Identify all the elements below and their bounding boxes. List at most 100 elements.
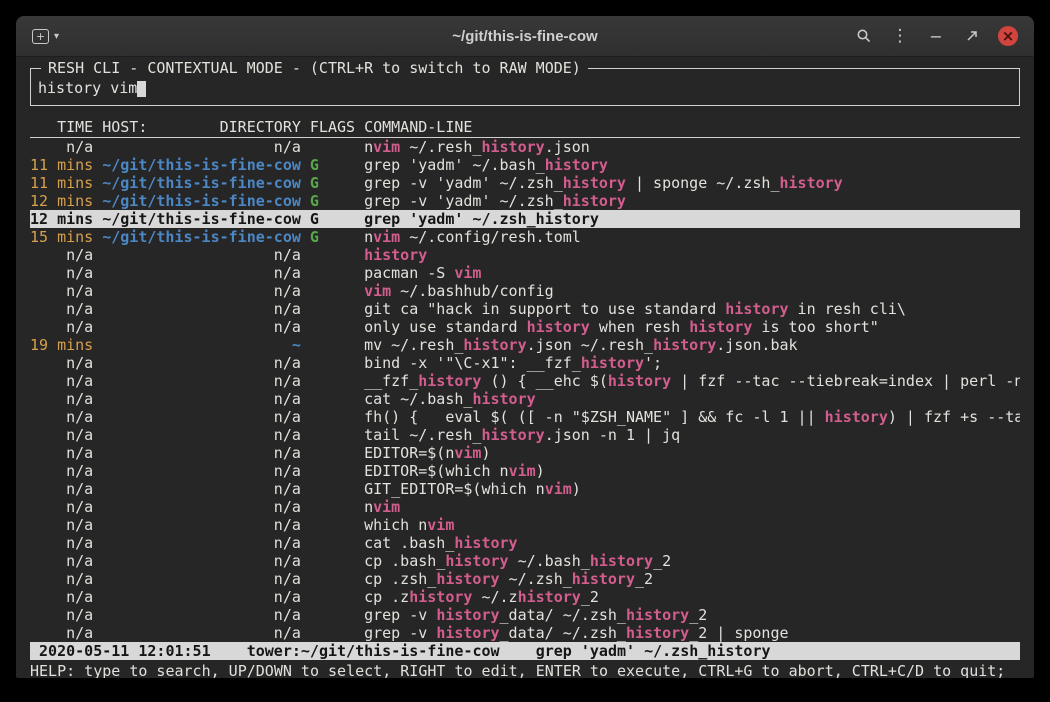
row-command: grep -v history_data/ ~/.zsh_history_2 |… [364, 624, 1020, 642]
history-row[interactable]: n/an/a__fzf_history () { __ehc $(history… [30, 372, 1020, 390]
history-row[interactable]: 11 mins~/git/this-is-fine-cowGgrep 'yadm… [30, 156, 1020, 174]
header-flags: FLAGS [310, 118, 355, 137]
history-row[interactable]: n/an/acat ~/.bash_history [30, 390, 1020, 408]
history-row[interactable]: n/an/atail ~/.resh_history.json -n 1 | j… [30, 426, 1020, 444]
minimize-icon: − [929, 27, 942, 46]
row-time: 12 mins [30, 210, 93, 228]
row-host: ~/git/this-is-fine-cow [102, 156, 301, 174]
row-flags [310, 534, 355, 552]
terminal-content: RESH CLI - CONTEXTUAL MODE - (CTRL+R to … [16, 57, 1034, 678]
history-row[interactable]: n/a n/a grep -v history_data/ ~/.zsh_histo… [30, 606, 1020, 624]
row-host: n/a [102, 444, 301, 462]
row-command: tail ~/.resh_history.json -n 1 | jq [364, 426, 1020, 444]
row-command: nvim [364, 498, 1020, 516]
history-row[interactable]: n/an/agit ca "hack in support to use sta… [30, 300, 1020, 318]
row-host: n/a [102, 624, 301, 642]
history-row[interactable]: n/an/aEDITOR=$(which nvim) [30, 462, 1020, 480]
row-flags [310, 282, 355, 300]
row-host: n/a [102, 300, 301, 318]
history-row[interactable]: 15 mins~/git/this-is-fine-cowGnvim ~/.co… [30, 228, 1020, 246]
row-flags [310, 408, 355, 426]
history-row[interactable]: 11 mins~/git/this-is-fine-cowGgrep -v 'y… [30, 174, 1020, 192]
row-command: grep -v 'yadm' ~/.zsh_history | sponge ~… [364, 174, 1020, 192]
titlebar[interactable]: + ▾ ~/git/this-is-fine-cow ⋮ − [16, 16, 1034, 57]
new-tab-button[interactable]: + ▾ [32, 22, 59, 50]
history-row[interactable]: n/an/avim ~/.bashhub/config [30, 282, 1020, 300]
history-row[interactable]: n/an/aonly use standard history when res… [30, 318, 1020, 336]
row-time: 19 mins [30, 336, 93, 354]
menu-button[interactable]: ⋮ [886, 22, 914, 50]
search-button[interactable] [850, 22, 878, 50]
row-host: n/a [102, 552, 301, 570]
row-flags [310, 354, 355, 372]
row-command: cp .zsh_history ~/.zsh_history_2 [364, 570, 1020, 588]
row-command: fh() { eval $( ([ -n "$ZSH_NAME" ] && fc… [364, 408, 1020, 426]
history-row[interactable]: n/an/acp .bash_history ~/.bash_history_2 [30, 552, 1020, 570]
history-row[interactable]: n/a n/a nvim ~/.resh_history.json [30, 138, 1020, 156]
row-command: cat .bash_history [364, 534, 1020, 552]
row-flags [310, 624, 355, 642]
resh-mode-title: RESH CLI - CONTEXTUAL MODE - (CTRL+R to … [41, 59, 588, 77]
row-command: cat ~/.bash_history [364, 390, 1020, 408]
row-flags [310, 552, 355, 570]
restore-button[interactable] [958, 22, 986, 50]
close-button[interactable]: × [994, 22, 1022, 50]
row-flags: G [310, 174, 355, 192]
history-row[interactable]: 19 mins~mv ~/.resh_history.json ~/.resh_… [30, 336, 1020, 354]
row-host: n/a [102, 570, 301, 588]
row-host: n/a [102, 426, 301, 444]
row-time: n/a [30, 588, 93, 606]
row-host: ~/git/this-is-fine-cow [102, 228, 301, 246]
row-time: n/a [30, 372, 93, 390]
status-location: tower:~/git/this-is-fine-cow [247, 642, 500, 660]
row-flags: G [310, 210, 355, 228]
history-row[interactable]: n/an/aEDITOR=$(nvim) [30, 444, 1020, 462]
kebab-menu-icon: ⋮ [892, 26, 909, 46]
history-row[interactable]: n/an/anvim [30, 498, 1020, 516]
row-time: n/a [30, 138, 93, 156]
row-flags: G [310, 192, 355, 210]
row-time: n/a [30, 462, 93, 480]
row-time: n/a [30, 354, 93, 372]
row-flags [310, 300, 355, 318]
history-row[interactable]: n/an/awhich nvim [30, 516, 1020, 534]
history-row[interactable]: n/an/afh() { eval $( ([ -n "$ZSH_NAME" ]… [30, 408, 1020, 426]
row-host: n/a [102, 408, 301, 426]
row-command: nvim ~/.resh_history.json [364, 138, 1020, 156]
row-flags [310, 498, 355, 516]
history-row[interactable]: n/an/aGIT_EDITOR=$(which nvim) [30, 480, 1020, 498]
row-time: 11 mins [30, 156, 93, 174]
row-time: n/a [30, 606, 93, 624]
row-host: n/a [102, 516, 301, 534]
minimize-button[interactable]: − [922, 22, 950, 50]
header-directory: DIRECTORY [220, 118, 301, 137]
row-time: 12 mins [30, 192, 93, 210]
row-time: n/a [30, 264, 93, 282]
status-command: grep 'yadm' ~/.zsh_history [536, 642, 771, 660]
history-row[interactable]: 12 mins~/git/this-is-fine-cowGgrep -v 'y… [30, 192, 1020, 210]
history-row[interactable]: n/an/acat .bash_history [30, 534, 1020, 552]
row-command: bind -x '"\C-x1": __fzf_history'; [364, 354, 1020, 372]
row-flags [310, 606, 355, 624]
row-flags [310, 246, 355, 264]
history-row[interactable]: n/an/agrep -v history_data/ ~/.zsh_histo… [30, 624, 1020, 642]
history-row[interactable]: n/an/ahistory [30, 246, 1020, 264]
row-command: grep -v history_data/ ~/.zsh_history_2 [364, 606, 1020, 624]
header-time: TIME [30, 118, 93, 137]
row-host: n/a [102, 354, 301, 372]
history-row[interactable]: n/an/acp .zsh_history ~/.zsh_history_2 [30, 570, 1020, 588]
history-row[interactable]: n/an/apacman -S vim [30, 264, 1020, 282]
restore-icon [965, 29, 979, 43]
row-flags [310, 588, 355, 606]
row-flags [310, 570, 355, 588]
row-host: n/a [102, 606, 301, 624]
row-command: pacman -S vim [364, 264, 1020, 282]
history-row[interactable]: 12 mins~/git/this-is-fine-cowGgrep 'yadm… [30, 210, 1020, 228]
status-bar: 2020-05-11 12:01:51 tower:~/git/this-is-… [30, 642, 1020, 660]
history-row[interactable]: n/a n/a bind -x '"\C-x1": __fzf_history'; [30, 354, 1020, 372]
row-flags: G [310, 228, 355, 246]
row-host: n/a [102, 138, 301, 156]
history-row[interactable]: n/an/acp .zhistory ~/.zhistory_2 [30, 588, 1020, 606]
row-flags [310, 426, 355, 444]
row-flags [310, 444, 355, 462]
